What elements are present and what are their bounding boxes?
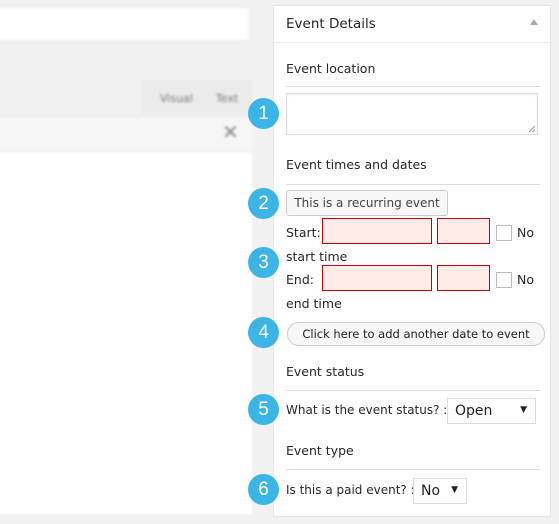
step-badge-6: 6 [248,474,279,505]
divider [286,469,540,470]
resize-grip-icon[interactable] [529,126,535,132]
step-badge-2: 2 [248,188,279,219]
type-heading: Event type [286,443,354,458]
panel-title: Event Details [286,16,376,32]
add-date-button[interactable]: Click here to add another date to event [287,322,545,346]
step-badge-3: 3 [248,247,279,278]
editor-content[interactable] [0,152,252,514]
paid-question: Is this a paid event? : [286,483,415,497]
no-end-time-label: No [517,272,534,287]
panel-header[interactable]: Event Details [274,6,550,43]
divider [286,184,540,185]
no-start-time-label: No [517,225,534,240]
triangle-up-icon[interactable] [530,19,538,25]
tab-visual[interactable]: Visual [160,92,193,105]
end-time-input[interactable] [437,265,490,291]
editor-area: Visual Text ✕ [0,0,252,524]
step-badge-5: 5 [248,394,279,425]
step-badge-1: 1 [248,98,279,129]
tab-text[interactable]: Text [216,92,238,105]
no-end-time-label-cont: end time [286,296,342,311]
location-textarea[interactable] [286,93,538,135]
start-time-input[interactable] [437,218,490,244]
recurring-event-button[interactable]: This is a recurring event [286,190,448,216]
start-label: Start: [286,225,321,240]
end-date-input[interactable] [322,265,432,291]
end-label: End: [286,272,314,287]
no-end-time-checkbox[interactable] [496,272,512,288]
paid-selected: No [421,483,441,499]
no-start-time-label-cont: start time [286,249,348,264]
dropdown-arrow-icon: ▼ [520,405,527,415]
times-heading: Event times and dates [286,157,427,172]
divider [286,86,540,87]
paid-event-select[interactable]: No ▼ [413,478,467,504]
status-question: What is the event status? : [286,403,448,417]
post-title-input[interactable] [0,7,250,41]
editor-toolbar [0,116,252,152]
status-selected: Open [455,403,493,419]
event-details-panel: Event Details Event location Event times… [273,5,551,517]
divider [286,390,540,391]
step-badge-4: 4 [248,317,279,348]
dropdown-arrow-icon: ▼ [451,485,458,495]
close-icon[interactable]: ✕ [222,120,239,144]
no-start-time-checkbox[interactable] [496,225,512,241]
start-date-input[interactable] [322,218,432,244]
event-status-select[interactable]: Open ▼ [447,398,536,424]
status-heading: Event status [286,364,365,379]
location-heading: Event location [286,61,376,76]
